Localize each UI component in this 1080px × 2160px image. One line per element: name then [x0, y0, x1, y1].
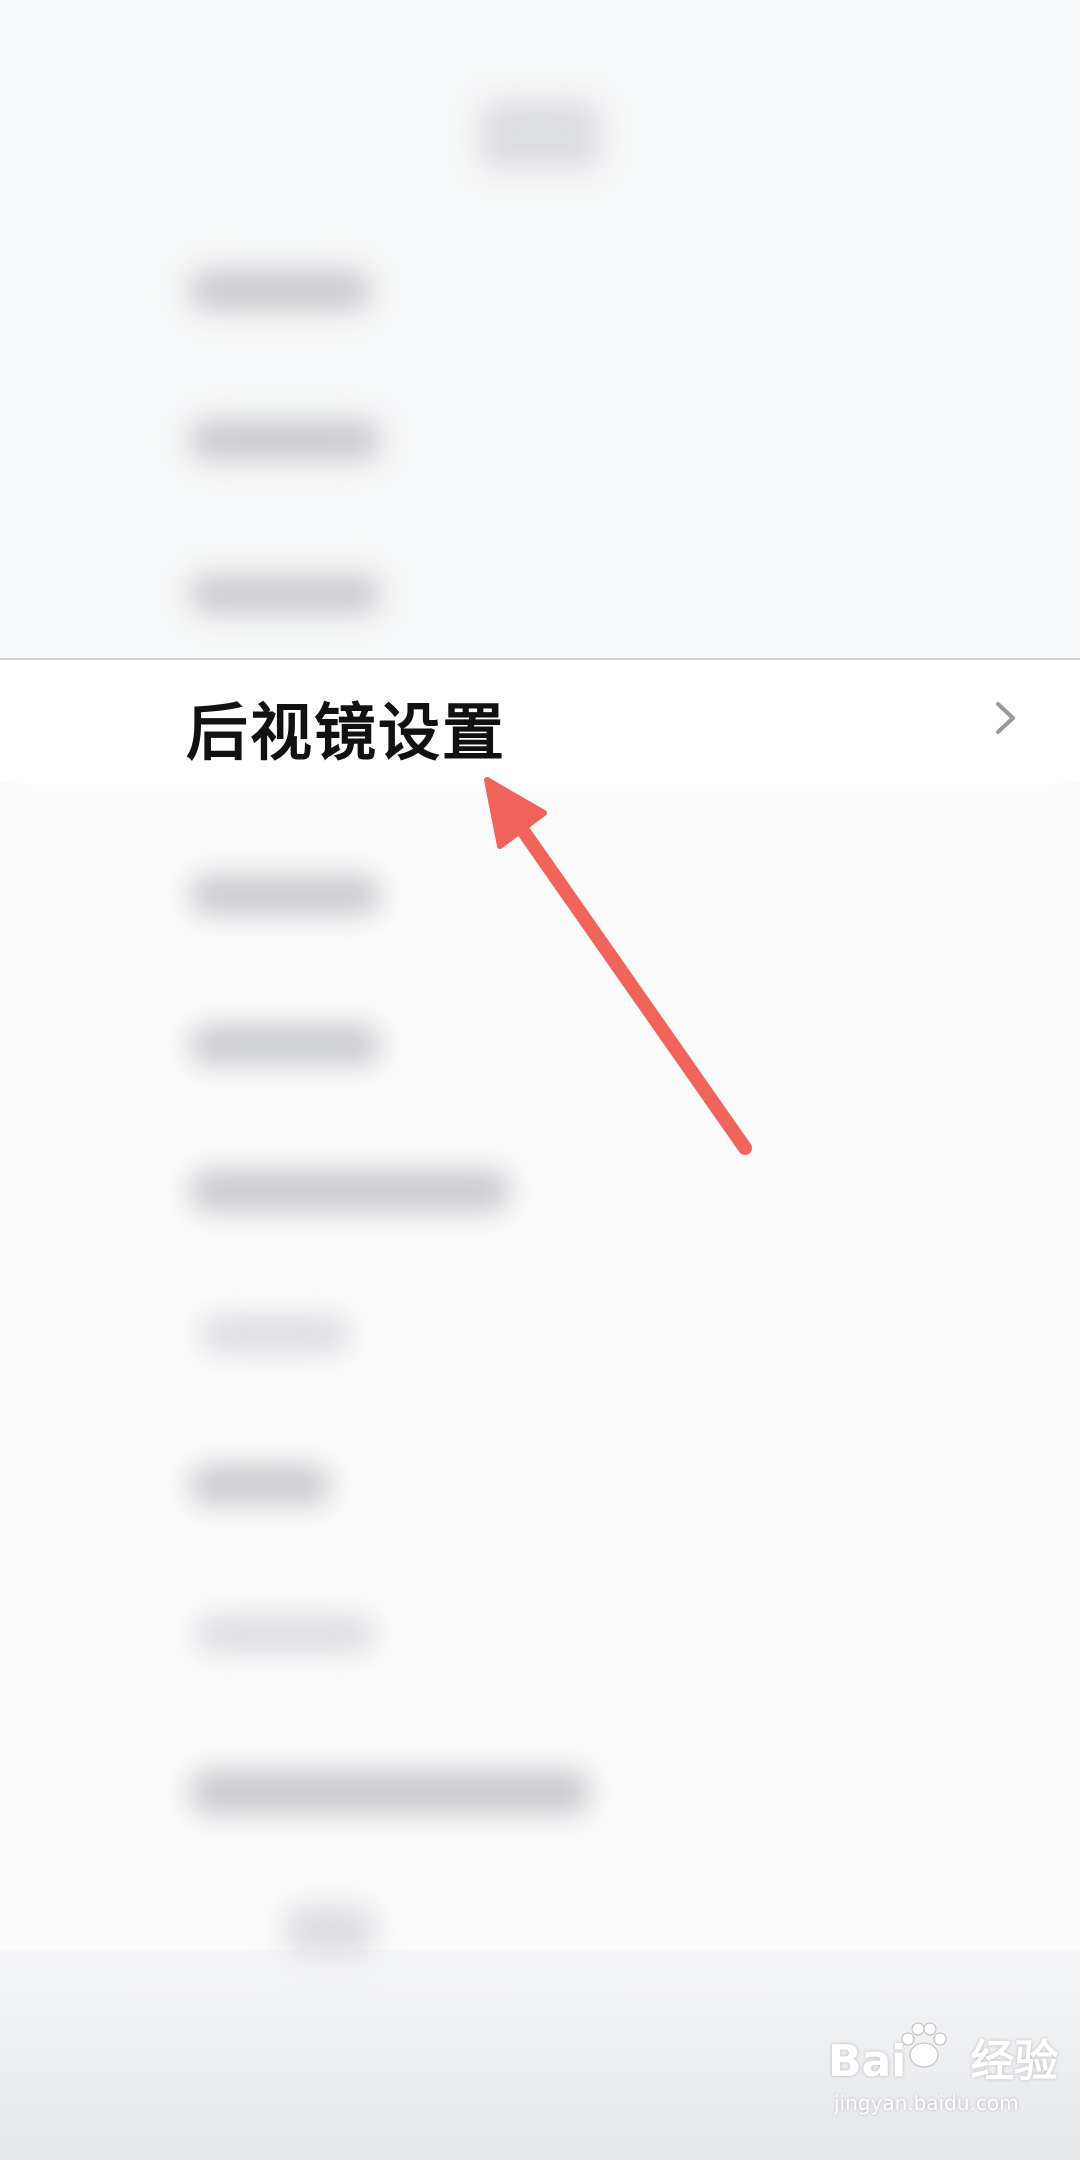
settings-screen: 后视镜设置 Bai 经验 jingyan.baidu.com — [0, 0, 1080, 2160]
settings-row-label: 后视镜设置 — [186, 696, 507, 769]
paw-icon — [896, 2019, 952, 2075]
chevron-right-icon — [985, 698, 1025, 738]
settings-row-mirror[interactable]: 后视镜设置 — [0, 658, 1080, 782]
watermark-site: jingyan.baidu.com — [834, 2091, 1019, 2115]
baidu-jingyan-watermark: Bai 经验 jingyan.baidu.com — [828, 2022, 1058, 2135]
blurred-settings-list — [0, 0, 1080, 2160]
